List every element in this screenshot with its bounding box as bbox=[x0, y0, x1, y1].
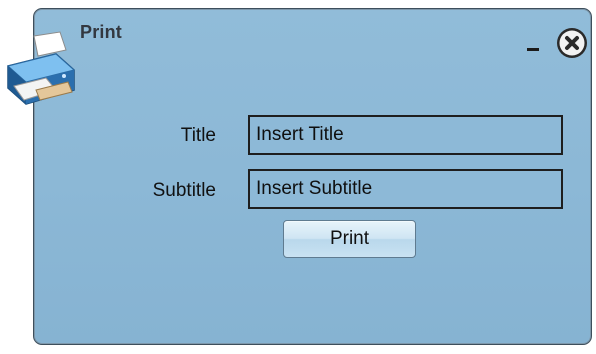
subtitle-input[interactable] bbox=[248, 169, 563, 209]
title-label: Title bbox=[180, 125, 216, 146]
dialog-title: Print bbox=[80, 22, 123, 42]
subtitle-label: Subtitle bbox=[152, 180, 216, 201]
printer-icon bbox=[0, 30, 82, 108]
title-input[interactable] bbox=[248, 115, 563, 155]
close-icon[interactable] bbox=[556, 27, 588, 59]
print-button[interactable]: Print bbox=[283, 220, 416, 258]
minimize-icon[interactable] bbox=[525, 39, 541, 51]
print-dialog: Print Title Subtitle Print bbox=[33, 8, 592, 345]
